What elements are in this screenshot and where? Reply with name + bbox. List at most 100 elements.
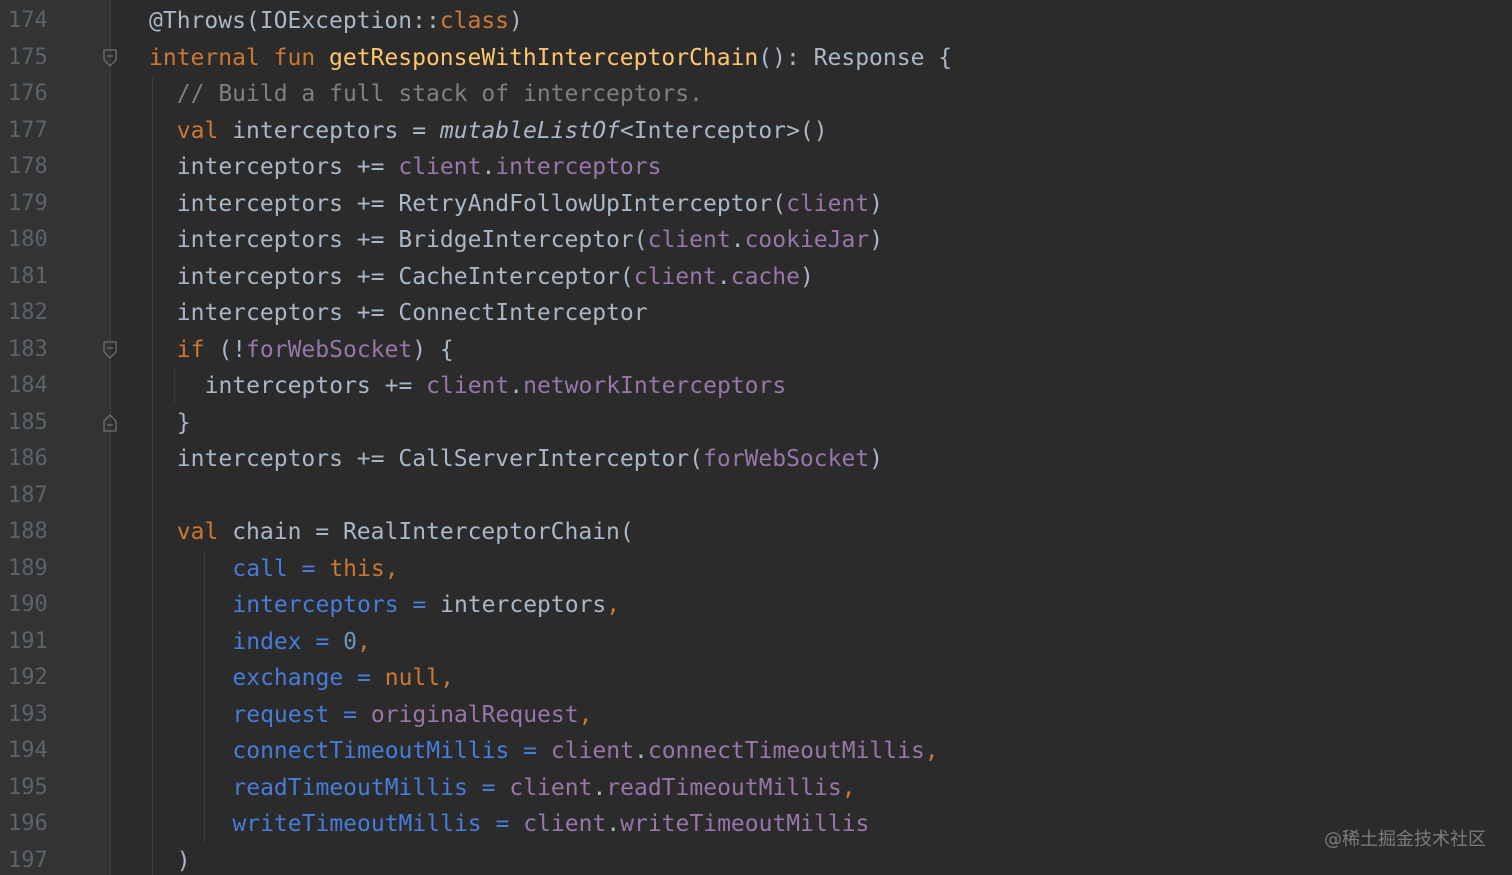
code-line[interactable]: val chain = RealInterceptorChain( — [177, 514, 634, 551]
code-token: class — [439, 8, 510, 34]
code-line[interactable]: connectTimeoutMillis = client.connectTim… — [232, 733, 938, 770]
code-line[interactable]: val interceptors = mutableListOf<Interce… — [177, 113, 828, 150]
fold-end-icon[interactable] — [103, 413, 117, 432]
code-token: , — [357, 628, 371, 655]
line-number: 196 — [8, 811, 48, 836]
indent-guide — [151, 76, 153, 875]
code-token: val — [176, 117, 233, 144]
code-token: client — [523, 811, 607, 837]
code-token: getResponseWithInterceptorChain — [329, 44, 759, 71]
code-token: . — [730, 227, 745, 253]
code-token: } — [176, 409, 191, 436]
code-line[interactable]: interceptors = interceptors, — [232, 587, 620, 624]
code-token: interceptors += CallServerInterceptor( — [176, 446, 703, 472]
code-token: cookieJar — [744, 227, 870, 253]
line-number: 174 — [8, 8, 48, 33]
code-token: readTimeoutMillis = — [232, 774, 510, 801]
indent-guide — [203, 550, 205, 843]
code-token: interceptors = — [232, 592, 441, 618]
code-token: forWebSocket — [703, 446, 870, 472]
fold-collapse-icon[interactable] — [103, 340, 117, 359]
code-token: , — [578, 701, 593, 728]
code-token: ) { — [412, 336, 454, 363]
code-token: interceptors += BridgeInterceptor( — [176, 227, 648, 253]
code-line[interactable]: interceptors += CallServerInterceptor(fo… — [177, 441, 883, 478]
code-line[interactable]: interceptors += client.interceptors — [177, 149, 662, 186]
code-token: ) — [869, 227, 884, 253]
code-token: 0 — [343, 628, 358, 655]
code-token: interceptors += — [176, 154, 399, 180]
line-number: 177 — [8, 117, 48, 143]
line-number: 178 — [8, 154, 48, 179]
code-token: request = — [232, 701, 371, 728]
line-number: 192 — [8, 665, 48, 690]
code-token: interceptors += RetryAndFollowUpIntercep… — [176, 190, 787, 217]
code-token: interceptors += — [204, 373, 427, 399]
code-token: client — [647, 227, 731, 253]
line-number: 185 — [8, 409, 48, 435]
line-number: 195 — [8, 774, 48, 800]
code-token: , — [606, 592, 621, 618]
code-token: val — [176, 519, 233, 545]
code-line[interactable]: index = 0, — [232, 624, 371, 661]
code-token: forWebSocket — [246, 336, 413, 363]
line-number: 175 — [8, 44, 48, 70]
line-number-gutter[interactable]: 174 175 176 177 178 179 180 181 182 183 184 185 186 1… — [0, 0, 111, 875]
fold-collapse-icon[interactable] — [103, 48, 117, 67]
code-token: exchange = — [232, 665, 385, 691]
code-line[interactable]: } — [177, 405, 191, 442]
code-token: readTimeoutMillis — [606, 774, 842, 801]
code-token: client — [633, 263, 717, 290]
code-editor[interactable]: 174 175 176 177 178 179 180 181 182 183 184 185 186 1… — [0, 0, 1512, 875]
code-line[interactable]: interceptors += CacheInterceptor(client.… — [177, 259, 814, 296]
code-token: client — [426, 373, 510, 399]
line-number: 188 — [8, 519, 48, 544]
code-line[interactable]: call = this, — [232, 551, 398, 588]
line-number: 179 — [8, 190, 48, 216]
code-line[interactable]: readTimeoutMillis = client.readTimeoutMi… — [232, 770, 855, 807]
code-line[interactable]: request = originalRequest, — [232, 697, 592, 734]
code-token: client — [786, 190, 870, 217]
code-token: this, — [329, 555, 399, 582]
code-token: . — [716, 263, 731, 290]
code-line[interactable]: ) — [177, 843, 191, 875]
line-number: 180 — [8, 227, 48, 252]
code-line[interactable]: exchange = null, — [232, 660, 454, 697]
code-token: if — [176, 336, 219, 363]
code-token: client — [398, 154, 482, 180]
code-token: <Interceptor>() — [619, 117, 828, 144]
code-line[interactable]: interceptors += ConnectInterceptor — [177, 295, 648, 332]
code-token: client — [509, 774, 593, 801]
line-number: 190 — [8, 592, 48, 617]
indent-guide — [173, 368, 175, 405]
code-line[interactable]: internal fun getResponseWithInterceptorC… — [149, 40, 952, 77]
code-token: . — [633, 738, 648, 764]
code-line[interactable]: if (!forWebSocket) { — [177, 332, 454, 369]
code-line[interactable]: // Build a full stack of interceptors. — [177, 76, 703, 113]
line-number: 189 — [8, 555, 48, 581]
code-token: (! — [218, 336, 247, 363]
line-number: 181 — [8, 263, 48, 289]
line-number: 184 — [8, 373, 48, 398]
line-number: 191 — [8, 628, 48, 654]
code-token: . — [592, 774, 607, 801]
code-token: originalRequest — [370, 701, 579, 728]
code-token: (): Response { — [758, 44, 953, 71]
code-line[interactable]: @Throws(IOException::class) — [149, 3, 523, 40]
line-number: 187 — [8, 482, 48, 508]
code-token: null, — [384, 665, 454, 691]
line-number: 182 — [8, 300, 48, 325]
code-token: connectTimeoutMillis — [647, 738, 925, 764]
line-number: 194 — [8, 738, 48, 763]
code-line[interactable]: interceptors += BridgeInterceptor(client… — [177, 222, 883, 259]
code-token: . — [481, 154, 496, 180]
code-line[interactable]: interceptors += client.networkIntercepto… — [205, 368, 787, 405]
code-token: ) — [509, 8, 523, 34]
code-line[interactable]: interceptors += RetryAndFollowUpIntercep… — [177, 186, 883, 223]
code-area[interactable]: @Throws(IOException::class) internal fun … — [111, 0, 1512, 875]
code-line[interactable]: writeTimeoutMillis = client.writeTimeout… — [232, 806, 869, 843]
code-token: interceptors = — [232, 117, 440, 144]
line-number: 176 — [8, 81, 48, 106]
code-token: cache — [730, 263, 800, 290]
code-token: interceptors — [495, 154, 662, 180]
